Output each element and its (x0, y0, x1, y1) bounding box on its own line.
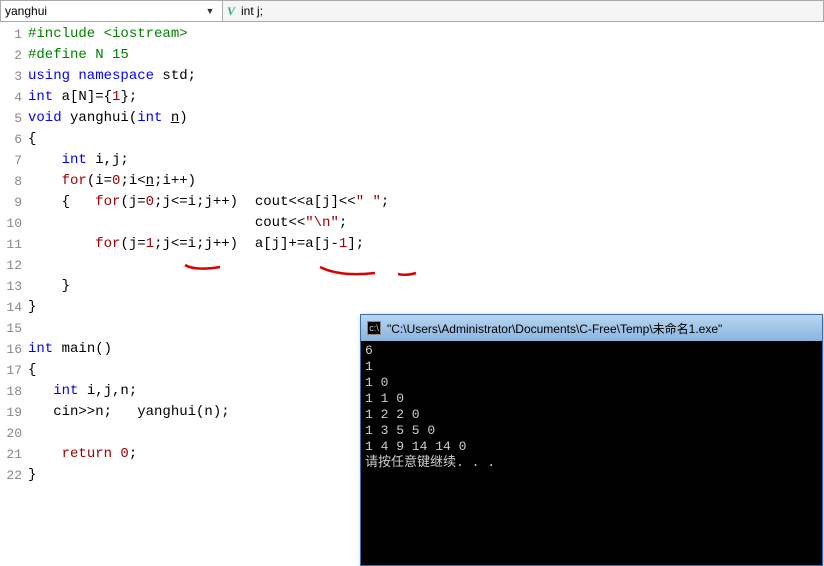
member-text: int j; (241, 4, 263, 18)
line-number: 8 (0, 171, 28, 192)
code-line[interactable]: 13 } (0, 276, 824, 297)
scope-text: yanghui (5, 4, 47, 18)
code-content[interactable]: int a[N]={1}; (28, 87, 824, 108)
code-line[interactable]: 12 (0, 255, 824, 276)
console-icon: c:\ (367, 321, 381, 335)
line-number: 10 (0, 213, 28, 234)
line-number: 1 (0, 24, 28, 45)
code-content[interactable]: using namespace std; (28, 66, 824, 87)
console-title: "C:\Users\Administrator\Documents\C-Free… (387, 320, 722, 337)
code-content[interactable] (28, 255, 824, 276)
line-number: 18 (0, 381, 28, 402)
line-number: 4 (0, 87, 28, 108)
code-line[interactable]: 5void yanghui(int n) (0, 108, 824, 129)
code-content[interactable]: { for(j=0;j<=i;j++) cout<<a[j]<<" "; (28, 192, 824, 213)
code-content[interactable]: #include <iostream> (28, 24, 824, 45)
line-number: 11 (0, 234, 28, 255)
line-number: 9 (0, 192, 28, 213)
line-number: 20 (0, 423, 28, 444)
line-number: 6 (0, 129, 28, 150)
line-number: 7 (0, 150, 28, 171)
scope-dropdown[interactable]: yanghui ▼ (1, 1, 223, 21)
code-line[interactable]: 1#include <iostream> (0, 24, 824, 45)
editor-toolbar: yanghui ▼ V int j; (0, 0, 824, 22)
code-line[interactable]: 6{ (0, 129, 824, 150)
chevron-down-icon: ▼ (202, 6, 218, 16)
code-line[interactable]: 11 for(j=1;j<=i;j++) a[j]+=a[j-1]; (0, 234, 824, 255)
console-output: 6 1 1 0 1 1 0 1 2 2 0 1 3 5 5 0 1 4 9 14… (361, 341, 822, 473)
line-number: 16 (0, 339, 28, 360)
line-number: 19 (0, 402, 28, 423)
code-content[interactable]: void yanghui(int n) (28, 108, 824, 129)
code-line[interactable]: 9 { for(j=0;j<=i;j++) cout<<a[j]<<" "; (0, 192, 824, 213)
line-number: 12 (0, 255, 28, 276)
code-content[interactable]: cout<<"\n"; (28, 213, 824, 234)
line-number: 3 (0, 66, 28, 87)
code-line[interactable]: 8 for(i=0;i<n;i++) (0, 171, 824, 192)
line-number: 21 (0, 444, 28, 465)
member-dropdown[interactable]: V int j; (223, 4, 267, 19)
console-window: c:\ "C:\Users\Administrator\Documents\C-… (360, 314, 823, 566)
variable-icon: V (227, 4, 235, 19)
line-number: 17 (0, 360, 28, 381)
code-line[interactable]: 3using namespace std; (0, 66, 824, 87)
code-content[interactable]: } (28, 276, 824, 297)
code-content[interactable]: for(i=0;i<n;i++) (28, 171, 824, 192)
line-number: 5 (0, 108, 28, 129)
line-number: 15 (0, 318, 28, 339)
code-content[interactable]: { (28, 129, 824, 150)
code-content[interactable]: for(j=1;j<=i;j++) a[j]+=a[j-1]; (28, 234, 824, 255)
code-line[interactable]: 10 cout<<"\n"; (0, 213, 824, 234)
code-line[interactable]: 4int a[N]={1}; (0, 87, 824, 108)
code-line[interactable]: 7 int i,j; (0, 150, 824, 171)
code-content[interactable]: int i,j; (28, 150, 824, 171)
code-line[interactable]: 2#define N 15 (0, 45, 824, 66)
line-number: 14 (0, 297, 28, 318)
code-content[interactable]: #define N 15 (28, 45, 824, 66)
line-number: 22 (0, 465, 28, 486)
line-number: 2 (0, 45, 28, 66)
line-number: 13 (0, 276, 28, 297)
console-titlebar[interactable]: c:\ "C:\Users\Administrator\Documents\C-… (361, 315, 822, 341)
